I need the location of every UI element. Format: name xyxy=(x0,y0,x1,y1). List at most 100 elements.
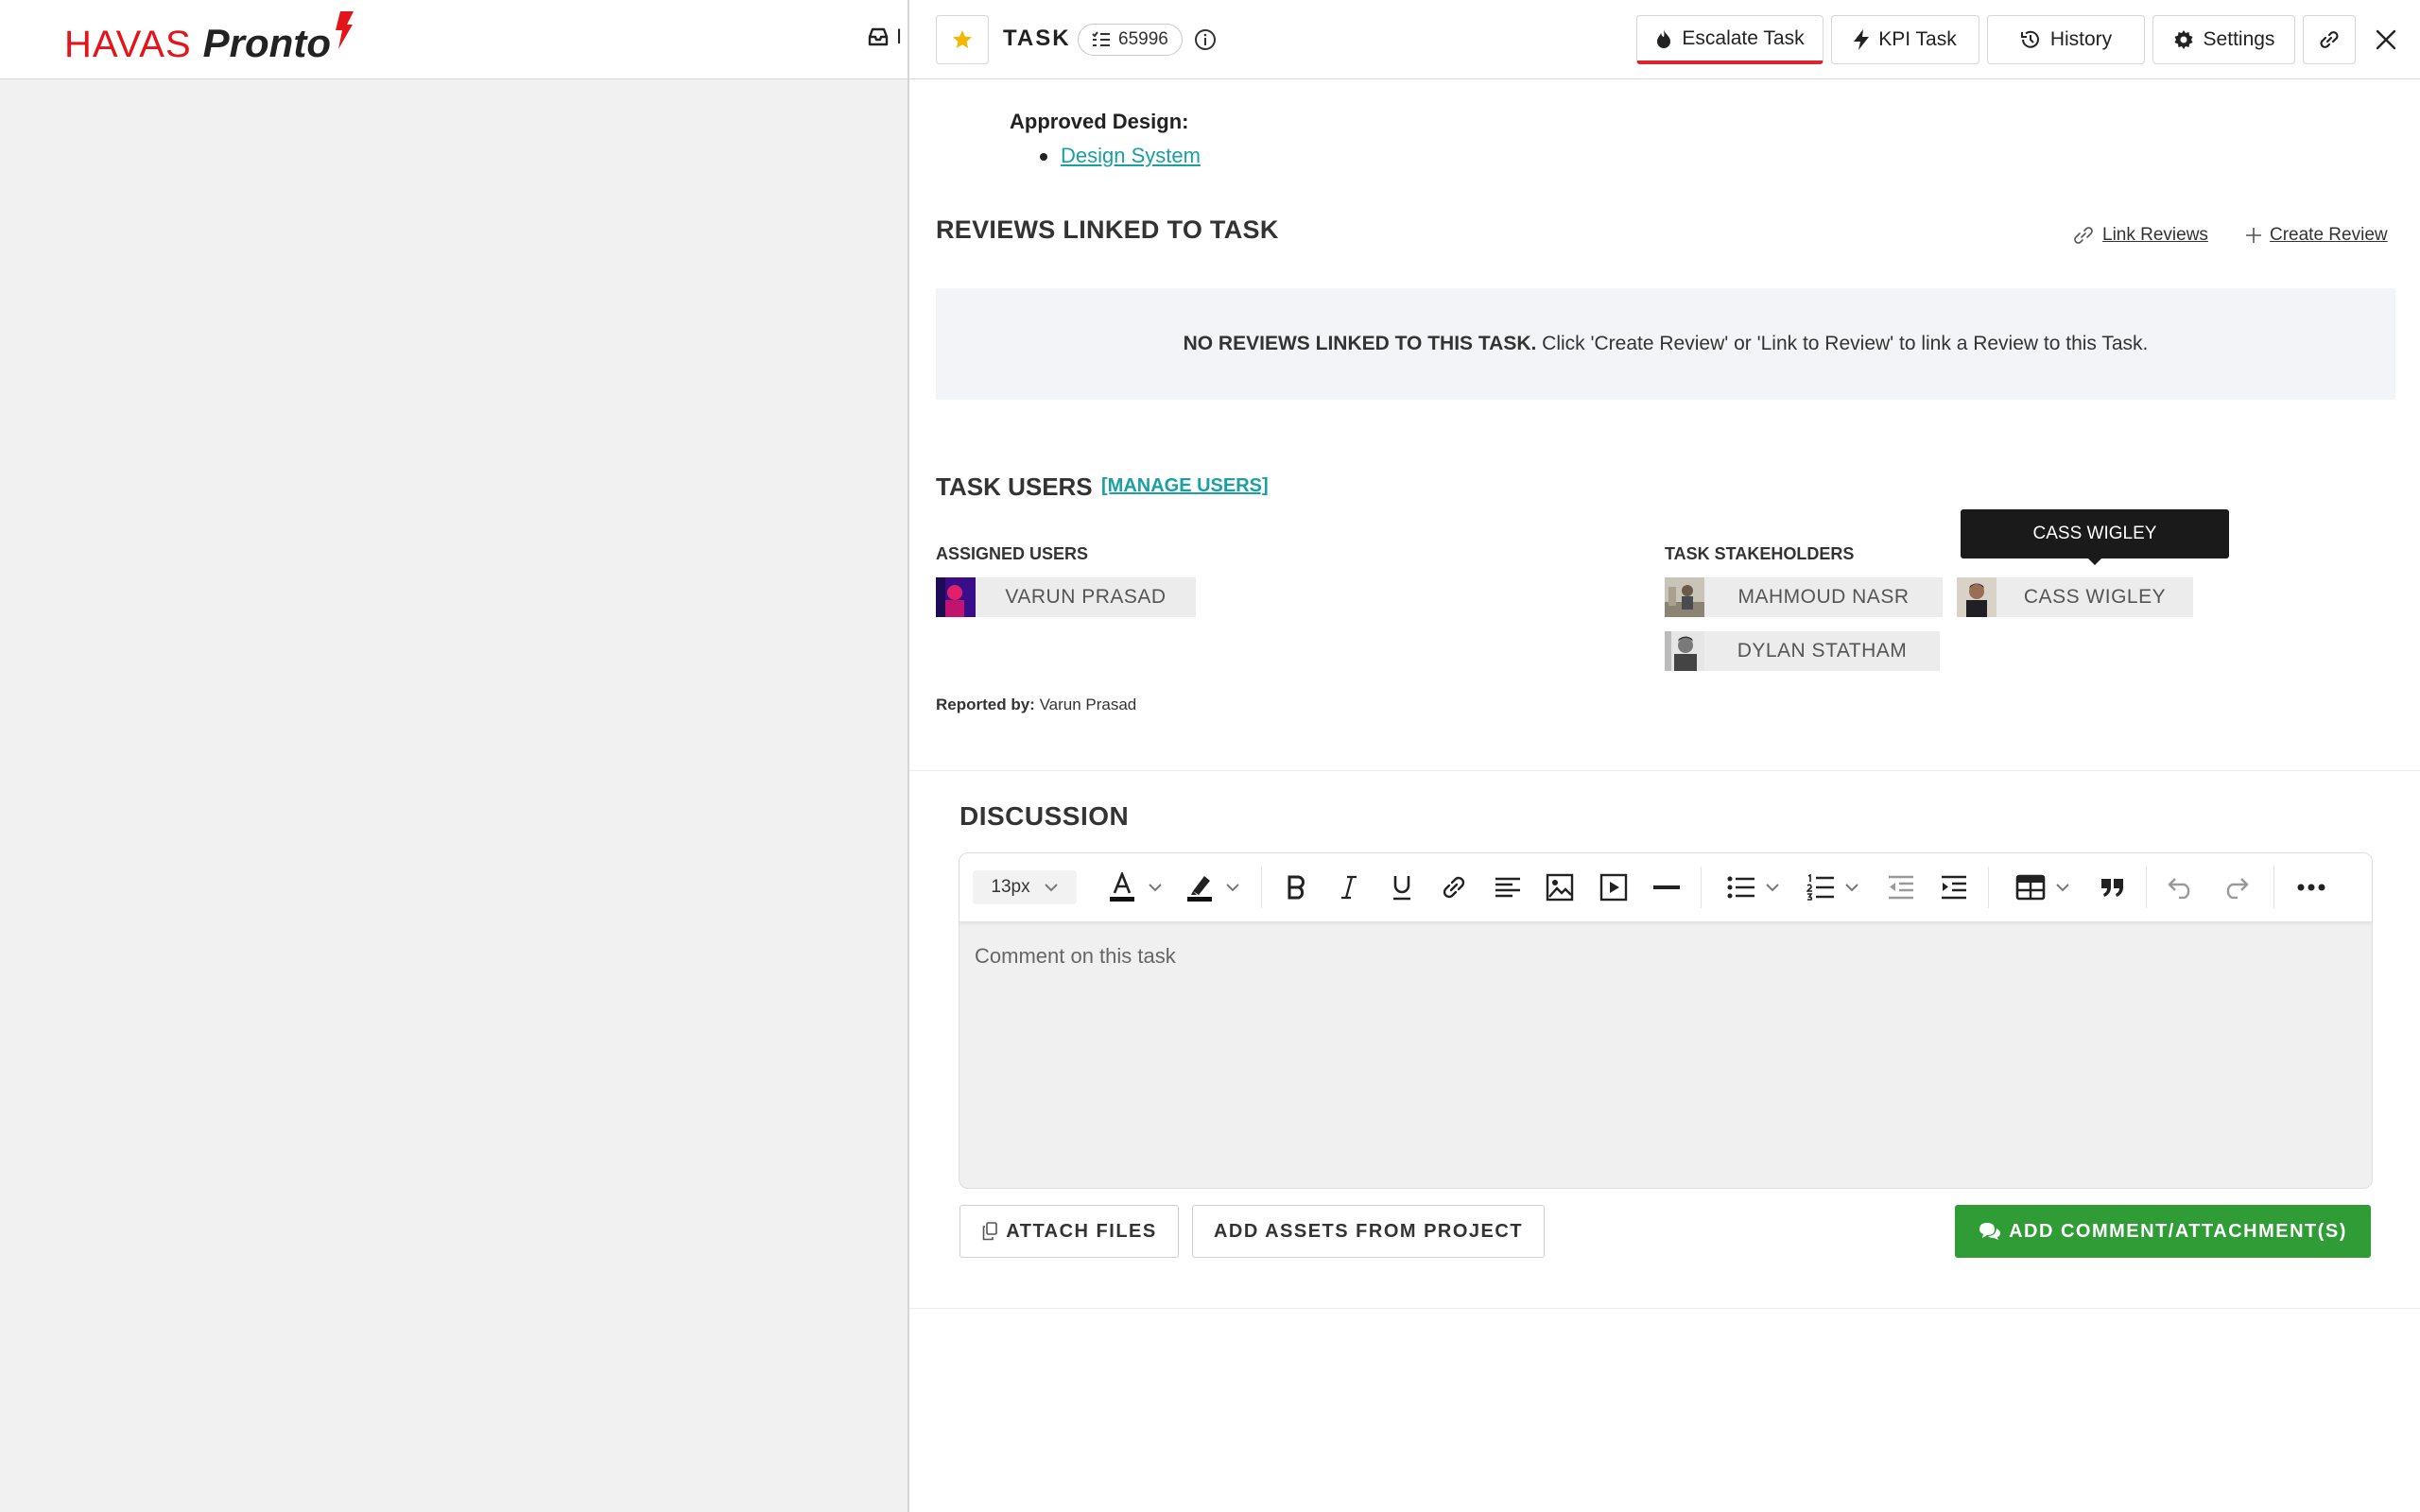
discussion-title: DISCUSSION xyxy=(959,801,1130,831)
no-reviews-text: Click 'Create Review' or 'Link to Review… xyxy=(1536,333,2149,354)
numbered-list-button[interactable] xyxy=(1801,870,1865,904)
task-list-icon xyxy=(1092,31,1110,46)
underline-icon xyxy=(1393,876,1410,901)
italic-button[interactable] xyxy=(1330,870,1368,904)
highlighter-icon xyxy=(1187,876,1212,902)
task-label: TASK xyxy=(1003,26,1071,51)
indent-icon xyxy=(1942,875,1966,900)
settings-label: Settings xyxy=(2203,28,2275,50)
create-review-label: Create Review xyxy=(2270,225,2388,245)
link-reviews-label: Link Reviews xyxy=(2102,225,2208,245)
manage-users-link[interactable]: [MANAGE USERS] xyxy=(1101,475,1269,497)
more-horizontal-icon xyxy=(2297,884,2325,891)
reported-by-label: Reported by: xyxy=(936,696,1035,713)
user-name: VARUN PRASAD xyxy=(1005,586,1167,608)
insert-video-button[interactable] xyxy=(1595,870,1633,904)
link-reviews-button[interactable]: Link Reviews xyxy=(2072,225,2208,246)
editor-toolbar: 13px xyxy=(959,853,2372,922)
user-name: MAHMOUD NASR xyxy=(1737,586,1910,608)
comment-input[interactable]: Comment on this task xyxy=(975,944,1176,969)
favorite-star-button[interactable] xyxy=(936,15,989,64)
gear-icon xyxy=(2174,30,2193,49)
no-reviews-message: NO REVIEWS LINKED TO THIS TASK. Click 'C… xyxy=(936,288,2395,400)
bullet-list-button[interactable] xyxy=(1721,870,1786,904)
create-review-button[interactable]: Create Review xyxy=(2245,225,2388,246)
link-icon xyxy=(2320,31,2339,48)
reported-by-value: Varun Prasad xyxy=(1034,696,1137,713)
underline-button[interactable] xyxy=(1383,870,1421,904)
history-button[interactable]: History xyxy=(1987,15,2145,64)
toolbar-separator xyxy=(1261,867,1262,908)
toolbar-separator xyxy=(2273,867,2274,908)
text-color-icon xyxy=(1110,872,1134,902)
section-divider xyxy=(909,1308,2420,1309)
reported-by: Reported by: Varun Prasad xyxy=(936,696,1136,714)
add-comment-button[interactable]: ADD COMMENT/ATTACHMENT(S) xyxy=(1955,1205,2371,1258)
avatar xyxy=(1665,577,1704,617)
user-chip-cass-wigley[interactable]: CASS WIGLEY xyxy=(1957,577,2193,617)
add-assets-label: ADD ASSETS FROM PROJECT xyxy=(1213,1220,1524,1242)
tooltip-arrow xyxy=(2087,558,2102,565)
outdent-button[interactable] xyxy=(1882,870,1920,904)
user-name: CASS WIGLEY xyxy=(2023,586,2167,608)
horizontal-rule-button[interactable] xyxy=(1648,870,1685,904)
close-icon xyxy=(2376,29,2396,50)
kpi-task-button[interactable]: KPI Task xyxy=(1831,15,1979,64)
no-reviews-bold: NO REVIEWS LINKED TO THIS TASK. xyxy=(1183,333,1537,354)
design-system-link[interactable]: Design System xyxy=(1061,144,1201,168)
history-icon xyxy=(2020,30,2039,48)
chevron-down-icon xyxy=(1845,884,1858,892)
info-icon[interactable] xyxy=(1194,28,1217,51)
align-button[interactable] xyxy=(1489,870,1527,904)
attach-files-button[interactable]: ATTACH FILES xyxy=(959,1205,1179,1258)
toolbar-separator xyxy=(2146,867,2147,908)
toolbar-separator xyxy=(1988,867,1989,908)
chevron-down-icon xyxy=(2056,884,2069,892)
avatar xyxy=(936,577,976,617)
assigned-users-label: ASSIGNED USERS xyxy=(936,544,1089,563)
close-panel-button[interactable] xyxy=(2365,19,2407,60)
blockquote-button[interactable] xyxy=(2094,870,2132,904)
plus-icon xyxy=(2246,228,2261,243)
user-chip-dylan-statham[interactable]: DYLAN STATHAM xyxy=(1665,631,1940,671)
insert-table-button[interactable] xyxy=(2009,870,2077,904)
redo-icon xyxy=(2226,878,2249,899)
highlight-color-button[interactable] xyxy=(1179,870,1245,904)
add-assets-button[interactable]: ADD ASSETS FROM PROJECT xyxy=(1192,1205,1545,1258)
task-id-badge[interactable]: 65996 xyxy=(1078,24,1183,56)
insert-link-button[interactable] xyxy=(1435,870,1473,904)
indent-button[interactable] xyxy=(1935,870,1973,904)
outdent-icon xyxy=(1889,875,1913,900)
insert-image-button[interactable] xyxy=(1541,870,1579,904)
video-icon xyxy=(1599,873,1628,902)
task-panel: TASK 65996 Escalate Task KPI Task Histor… xyxy=(908,0,2420,1512)
undo-button[interactable] xyxy=(2162,870,2200,904)
copy-link-button[interactable] xyxy=(2303,15,2356,64)
escalate-task-label: Escalate Task xyxy=(1682,26,1805,49)
font-size-value: 13px xyxy=(991,877,1030,897)
chevron-down-icon xyxy=(1044,884,1058,892)
settings-button[interactable]: Settings xyxy=(2152,15,2295,64)
task-panel-header: TASK 65996 Escalate Task KPI Task Histor… xyxy=(909,0,2420,79)
escalate-task-button[interactable]: Escalate Task xyxy=(1636,15,1824,64)
havas-pronto-logo[interactable]: HAVAS Pronto xyxy=(64,9,354,66)
comments-icon xyxy=(1979,1223,2001,1240)
approved-design-label: Approved Design: xyxy=(1010,110,1189,133)
reviews-section-title: REVIEWS LINKED TO TASK xyxy=(936,215,1279,244)
text-color-button[interactable] xyxy=(1101,870,1167,904)
copy-icon xyxy=(982,1222,998,1241)
user-chip-varun-prasad[interactable]: VARUN PRASAD xyxy=(936,577,1196,617)
italic-icon xyxy=(1341,875,1357,900)
inbox-tab[interactable]: I xyxy=(868,25,902,49)
bold-button[interactable] xyxy=(1277,870,1315,904)
kpi-task-label: KPI Task xyxy=(1878,28,1957,50)
more-options-button[interactable] xyxy=(2292,870,2330,904)
bullet-list-icon xyxy=(1727,876,1754,899)
list-bullet xyxy=(1040,153,1047,161)
avatar xyxy=(1957,577,1996,617)
user-chip-mahmoud-nasr[interactable]: MAHMOUD NASR xyxy=(1665,577,1943,617)
image-icon xyxy=(1546,873,1574,902)
user-tooltip: CASS WIGLEY xyxy=(1961,509,2229,558)
redo-button[interactable] xyxy=(2217,870,2255,904)
font-size-select[interactable]: 13px xyxy=(973,870,1077,904)
